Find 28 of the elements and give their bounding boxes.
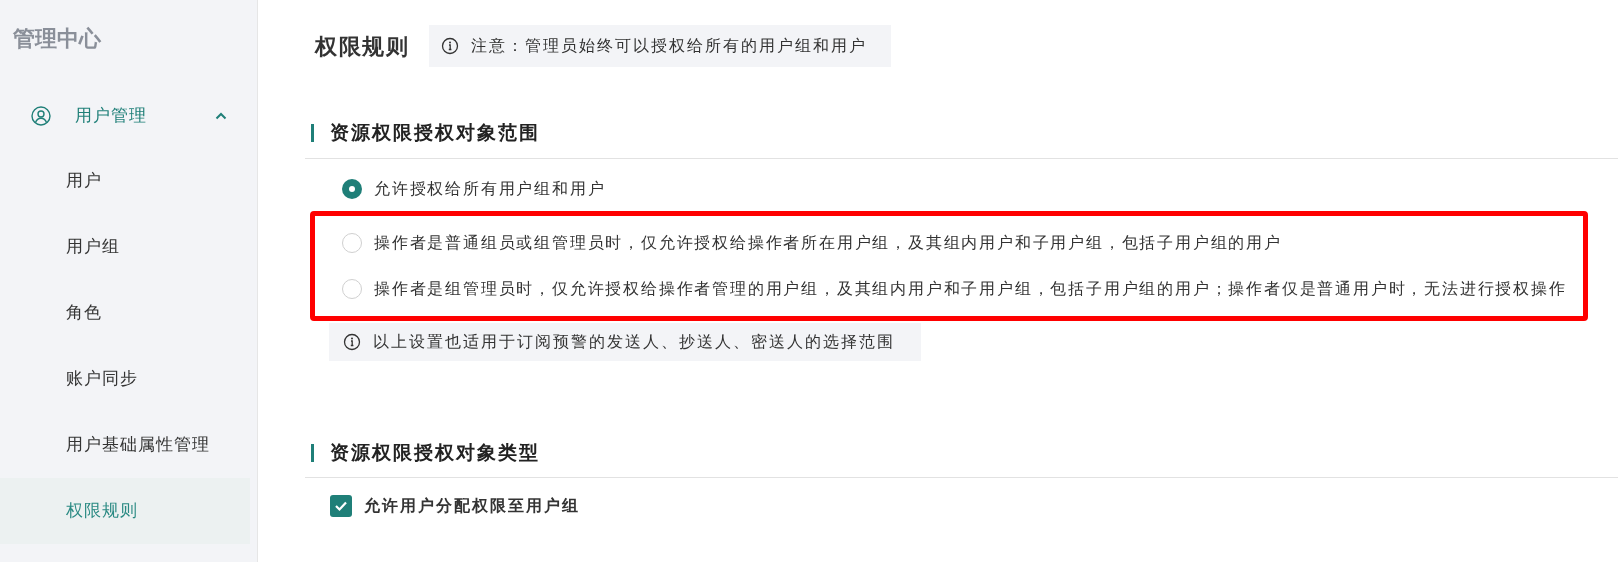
sidebar-item[interactable]: 账户同步 <box>0 346 250 412</box>
section-heading: 资源权限授权对象范围 <box>330 121 540 145</box>
sidebar-item[interactable]: 用户基础属性管理 <box>0 412 250 478</box>
sidebar-item[interactable]: 用户组 <box>0 214 250 280</box>
section-accent-bar <box>311 124 314 143</box>
sidebar-item[interactable]: 角色 <box>0 280 250 346</box>
info-icon <box>441 37 459 55</box>
sidebar-item[interactable]: 权限规则 <box>0 478 250 544</box>
page-title: 权限规则 <box>315 32 409 61</box>
section-heading: 资源权限授权对象类型 <box>330 440 540 465</box>
option-label: 操作者是组管理员时，仅允许授权给操作者管理的用户组，及其组内用户和子用户组，包括子用户组的用户；操作者仅是普通用户时，无法进行授权操作 <box>374 278 1567 299</box>
option-label: 允许授权给所有用户组和用户 <box>374 178 606 199</box>
user-icon <box>31 106 51 126</box>
radio-button[interactable] <box>342 178 362 199</box>
info-icon <box>343 332 361 351</box>
note-text: 以上设置也适用于订阅预警的发送人、抄送人、密送人的选择范围 <box>373 331 896 352</box>
menu-group[interactable]: 用户管理 <box>0 84 257 148</box>
sidebar-title: 管理中心 <box>12 25 102 53</box>
chevron-icon <box>215 112 227 120</box>
checkmark-icon <box>334 500 348 512</box>
checkbox[interactable] <box>330 495 352 517</box>
section-accent-bar <box>311 443 314 462</box>
radio-button[interactable] <box>342 278 362 299</box>
option-label: 操作者是普通组员或组管理员时，仅允许授权给操作者所在用户组，及其组内用户和子用户组，包括子用户组的用户 <box>374 232 1282 253</box>
sidebar-item[interactable]: 用户 <box>0 148 250 214</box>
checkbox-label: 允许用户分配权限至用户组 <box>364 496 580 516</box>
notice-text: 注意：管理员始终可以授权给所有的用户组和用户 <box>471 36 868 56</box>
radio-button[interactable] <box>342 232 362 253</box>
